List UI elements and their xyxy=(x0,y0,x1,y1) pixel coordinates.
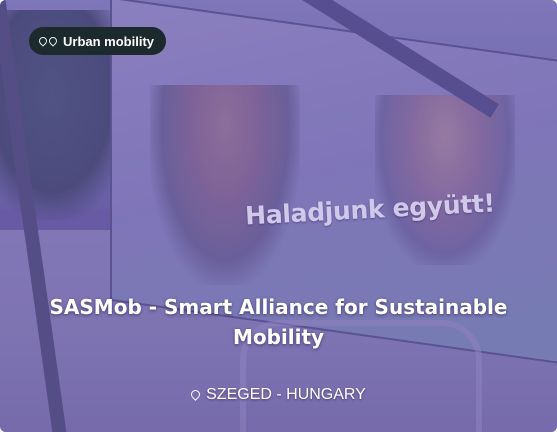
project-card[interactable]: Haladjunk együtt! Urban mobility SASMob … xyxy=(0,0,557,432)
project-location-label: SZEGED - HUNGARY xyxy=(206,386,366,403)
color-overlay xyxy=(0,0,557,432)
map-pins-icon xyxy=(37,35,59,47)
project-title[interactable]: SASMob - Smart Alliance for Sustainable … xyxy=(40,292,517,352)
project-photo: Haladjunk együtt! xyxy=(0,0,557,432)
map-pin-icon xyxy=(189,387,202,401)
category-tag-label: Urban mobility xyxy=(63,33,155,49)
project-location: SZEGED - HUNGARY xyxy=(0,386,557,404)
category-tag[interactable]: Urban mobility xyxy=(29,27,167,55)
